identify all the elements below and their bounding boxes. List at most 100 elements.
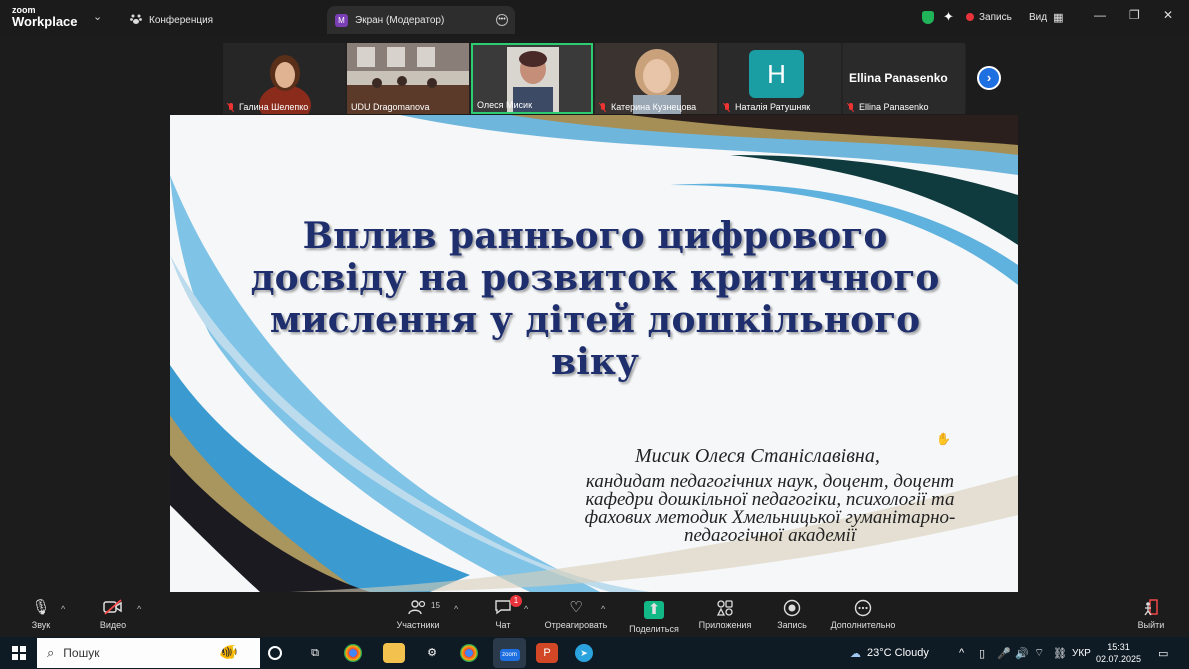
audio-label: Звук xyxy=(31,620,51,630)
apps-button[interactable]: Приложения xyxy=(696,599,754,630)
tray-mic-icon[interactable]: 🎤 xyxy=(997,637,1011,669)
tray-device-icon[interactable]: ▯ xyxy=(979,637,985,669)
zoom-taskbar-icon[interactable]: zoom xyxy=(493,638,526,668)
hand-cursor-icon: ✋ xyxy=(936,432,951,446)
video-options-caret[interactable]: ^ xyxy=(137,604,141,614)
file-explorer-icon[interactable] xyxy=(383,643,405,663)
brand-bottom: Workplace xyxy=(12,14,78,29)
zoom-window: zoom Workplace ⌄ Конференция M Экран (Мо… xyxy=(0,0,1189,669)
record-button[interactable]: Запись xyxy=(774,599,810,630)
record-indicator-label: Запись xyxy=(979,11,1012,23)
record-indicator[interactable]: Запись xyxy=(966,8,1012,26)
moderator-badge: M xyxy=(335,13,348,27)
chat-icon: 1 xyxy=(492,595,522,617)
slide-title: Вплив раннього цифрового досвіду на розв… xyxy=(250,215,940,383)
powerpoint-icon[interactable]: P xyxy=(536,643,558,663)
share-screen-icon: ⬆ xyxy=(644,601,664,619)
tab-screen-label: Экран (Модератор) xyxy=(355,14,445,26)
windows-start-icon[interactable] xyxy=(12,646,26,660)
apps-label: Приложения xyxy=(698,620,752,630)
volume-icon[interactable]: 🔊 xyxy=(1015,637,1029,669)
chrome-profile-icon[interactable] xyxy=(460,644,478,662)
audio-button[interactable]: 🎙 Звук xyxy=(28,599,54,630)
record-label: Запись xyxy=(777,620,807,630)
network-icon[interactable]: ⛓ xyxy=(1053,637,1067,669)
task-view-icon[interactable]: ⧉ xyxy=(304,643,326,663)
react-options-caret[interactable]: ^ xyxy=(601,604,605,614)
participant-tile-active-speaker[interactable]: Олеся Мисик xyxy=(471,43,593,114)
participant-name: Галина Шелепко xyxy=(223,102,308,112)
view-label: Вид xyxy=(1029,11,1048,23)
telegram-icon[interactable]: ➤ xyxy=(575,644,593,662)
paw-icon xyxy=(130,13,142,28)
participants-options-caret[interactable]: ^ xyxy=(454,604,458,614)
mic-muted-icon xyxy=(723,102,731,112)
participant-tile[interactable]: Катерина Кузнецова xyxy=(595,43,717,114)
gallery-next-button[interactable]: › xyxy=(977,66,1001,90)
chat-button[interactable]: 1 Чат xyxy=(492,595,522,630)
chevron-down-icon[interactable]: ⌄ xyxy=(93,10,102,23)
react-button[interactable]: ♡ Отреагировать xyxy=(543,599,609,630)
restore-icon[interactable]: ❐ xyxy=(1129,8,1140,22)
title-bar: zoom Workplace ⌄ Конференция M Экран (Мо… xyxy=(0,0,1189,36)
participant-name: Олеся Мисик xyxy=(477,100,533,110)
participant-name: Наталія Ратушняк xyxy=(719,102,810,112)
more-icon[interactable]: ••• xyxy=(496,14,508,26)
windows-taskbar: ⌕ Пошук 🐠 ⧉ ⚙ zoom P ➤ ☁ 23°C Cloudy ^ ▯… xyxy=(0,637,1189,669)
wifi-icon[interactable]: ⌔ xyxy=(1034,637,1044,669)
weather-text: 23°C Cloudy xyxy=(867,647,929,659)
record-icon xyxy=(774,599,810,617)
view-button[interactable]: Вид ▦ xyxy=(1029,8,1064,26)
share-button[interactable]: ⬆ Поделиться xyxy=(627,599,681,634)
shield-icon[interactable] xyxy=(922,8,934,26)
language-indicator[interactable]: УКР xyxy=(1072,637,1091,669)
participant-camera-off-name: Ellina Panasenko xyxy=(849,71,948,85)
taskbar-search[interactable]: ⌕ Пошук 🐠 xyxy=(37,638,260,668)
weather-widget[interactable]: ☁ 23°C Cloudy xyxy=(850,637,929,669)
tray-chevron-icon[interactable]: ^ xyxy=(959,637,964,669)
sparkle-icon[interactable]: ✦ xyxy=(943,8,954,26)
more-options-icon xyxy=(826,599,900,617)
participant-name: UDU Dragomanova xyxy=(351,102,430,112)
close-icon[interactable]: ✕ xyxy=(1163,8,1173,22)
mic-muted-icon xyxy=(599,102,607,112)
participants-label: Участники xyxy=(396,620,440,630)
participants-count: 15 xyxy=(431,601,440,610)
settings-app-icon[interactable]: ⚙ xyxy=(421,643,443,663)
participant-tile[interactable]: Ellina Panasenko Ellina Panasenko xyxy=(843,43,965,114)
mic-muted-icon xyxy=(227,102,235,112)
chrome-icon[interactable] xyxy=(344,644,362,662)
notification-icon[interactable]: ▭ xyxy=(1158,637,1168,669)
exit-icon xyxy=(1136,599,1166,617)
participant-name: Ellina Panasenko xyxy=(843,102,929,112)
mic-muted-icon xyxy=(847,102,855,112)
tab-screen[interactable]: M Экран (Модератор) ••• xyxy=(327,6,515,34)
participant-tile[interactable]: UDU Dragomanova xyxy=(347,43,469,114)
video-button[interactable]: Видео xyxy=(96,599,130,630)
video-off-icon xyxy=(96,599,130,617)
search-icon: ⌕ xyxy=(47,645,55,660)
clock-date: 02.07.2025 xyxy=(1096,654,1142,664)
chat-label: Чат xyxy=(495,620,511,630)
zoom-logo: zoom Workplace xyxy=(12,5,78,29)
more-label: Дополнительно xyxy=(830,620,896,630)
taskbar-clock[interactable]: 15:31 02.07.2025 xyxy=(1096,641,1141,665)
participant-name: Катерина Кузнецова xyxy=(595,102,696,112)
leave-button[interactable]: Выйти xyxy=(1136,599,1166,630)
participant-avatar: H xyxy=(749,50,804,98)
cortana-icon[interactable] xyxy=(268,646,282,660)
chevron-right-icon: › xyxy=(986,70,992,85)
participant-gallery: Галина Шелепко UDU Dragomanova Олеся Мис… xyxy=(223,43,966,114)
record-dot-icon xyxy=(966,13,974,21)
participant-tile[interactable]: H Наталія Ратушняк xyxy=(719,43,841,114)
more-button[interactable]: Дополнительно xyxy=(826,599,900,630)
minimize-icon[interactable]: — xyxy=(1094,8,1106,22)
chat-unread-badge: 1 xyxy=(510,595,522,607)
slide-author-name: Мисик Олеся Станіславівна, xyxy=(635,445,880,467)
heart-icon: ♡ xyxy=(569,599,583,616)
audio-options-caret[interactable]: ^ xyxy=(61,604,65,614)
participant-tile[interactable]: Галина Шелепко xyxy=(223,43,345,114)
chat-options-caret[interactable]: ^ xyxy=(524,604,528,614)
tab-conference[interactable]: Конференция xyxy=(130,6,320,34)
mic-muted-icon: 🎙 xyxy=(31,599,51,616)
